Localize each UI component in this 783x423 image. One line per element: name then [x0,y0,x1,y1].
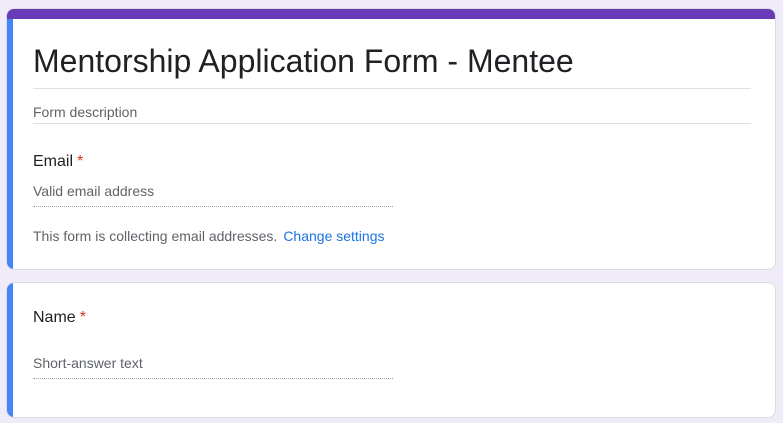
active-card-indicator [7,19,13,269]
email-question-label: Email * [33,151,83,173]
required-asterisk: * [79,309,86,326]
email-collection-note: This form is collecting email addresses.… [33,227,385,245]
name-answer-field: Short-answer text [33,354,393,379]
theme-color-bar [7,9,775,19]
name-question-card[interactable]: Name * Short-answer text [6,282,776,418]
form-title-card[interactable]: Mentorship Application Form - Mentee For… [6,8,776,270]
change-settings-link[interactable]: Change settings [283,228,384,244]
required-asterisk: * [77,153,84,170]
form-description-input[interactable]: Form description [33,103,751,124]
email-label-text: Email [33,153,74,170]
form-title[interactable]: Mentorship Application Form - Mentee [33,42,751,89]
card-accent-bar [7,283,13,417]
name-label-text: Name [33,309,76,326]
collect-note-text: This form is collecting email addresses. [33,228,278,244]
name-question-label: Name * [33,307,86,329]
email-answer-field: Valid email address [33,182,393,207]
